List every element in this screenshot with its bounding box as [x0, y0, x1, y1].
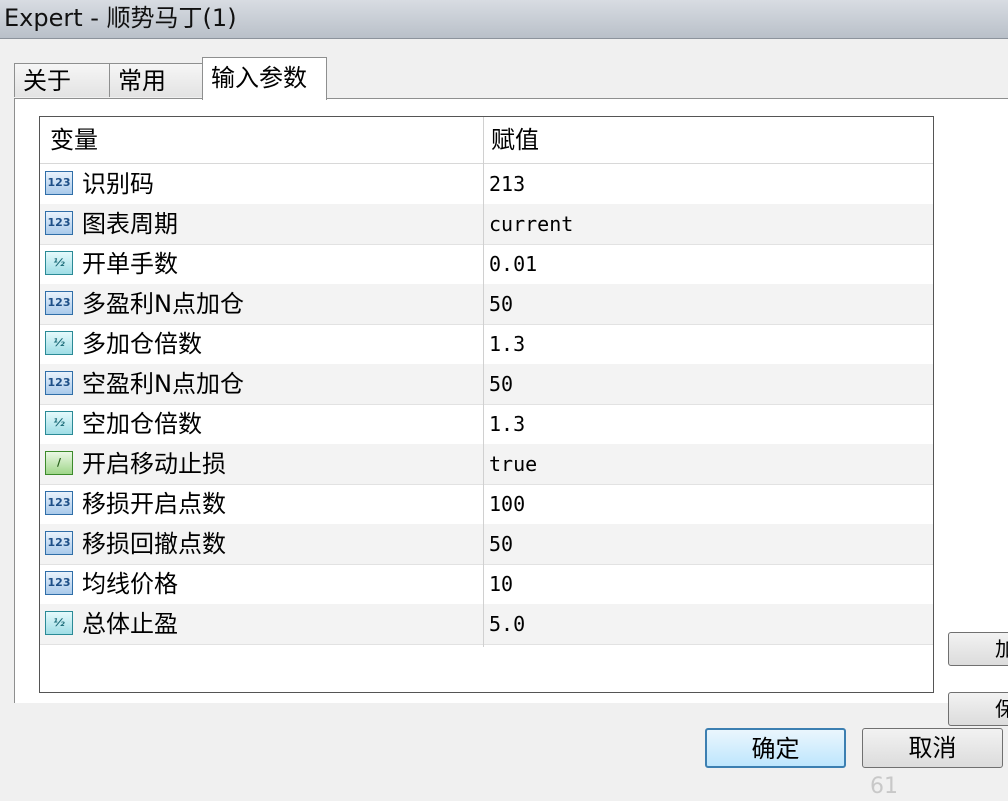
double-icon: ½ — [45, 411, 73, 435]
parameter-name: 图表周期 — [82, 210, 178, 238]
table-row[interactable]: / 开启移动止损 true — [40, 444, 933, 485]
parameter-name: 移损开启点数 — [82, 490, 226, 518]
table-header: 变量 赋值 — [40, 117, 933, 164]
int-icon: 123 — [45, 211, 73, 235]
column-header-variable[interactable]: 变量 — [50, 117, 98, 163]
table-row[interactable]: 123 识别码 213 — [40, 164, 933, 205]
parameter-value[interactable]: 1.3 — [489, 404, 525, 444]
int-icon: 123 — [45, 291, 73, 315]
window-title: Expert - 顺势马丁(1) — [4, 4, 237, 32]
table-row[interactable]: ½ 开单手数 0.01 — [40, 244, 933, 285]
table-row[interactable]: 123 移损回撤点数 50 — [40, 524, 933, 565]
double-icon: ½ — [45, 331, 73, 355]
parameter-name: 开单手数 — [82, 250, 178, 278]
watermark: 61 — [870, 774, 898, 799]
parameter-value[interactable]: current — [489, 204, 573, 244]
double-icon: ½ — [45, 251, 73, 275]
tab-common[interactable]: 常用 — [109, 63, 203, 97]
ok-button[interactable]: 确定 — [705, 728, 846, 768]
column-divider — [483, 117, 484, 647]
inputs-panel: 变量 赋值 123 识别码 213 123 图表周期 current ½ 开单手数 0.01 12… — [14, 98, 1008, 726]
parameter-value[interactable]: 213 — [489, 164, 525, 204]
table-row[interactable]: 123 移损开启点数 100 — [40, 484, 933, 525]
table-row[interactable]: ½ 总体止盈 5.0 — [40, 604, 933, 645]
table-row[interactable]: 123 均线价格 10 — [40, 564, 933, 605]
parameter-name: 多加仓倍数 — [82, 330, 202, 358]
parameter-name: 空加仓倍数 — [82, 410, 202, 438]
table-row[interactable]: 123 空盈利N点加仓 50 — [40, 364, 933, 405]
dialog-body: 关于 常用 输入参数 变量 赋值 123 识别码 213 123 图表周期 current… — [0, 39, 1008, 799]
save-button[interactable]: 保 — [948, 692, 1008, 726]
cancel-button[interactable]: 取消 — [862, 728, 1003, 768]
parameter-value[interactable]: 1.3 — [489, 324, 525, 364]
load-button[interactable]: 加 — [948, 632, 1008, 666]
parameter-value[interactable]: 50 — [489, 364, 513, 404]
parameter-name: 移损回撤点数 — [82, 530, 226, 558]
title-bar: Expert - 顺势马丁(1) — [0, 0, 1008, 39]
parameter-name: 开启移动止损 — [82, 450, 226, 478]
parameters-table: 变量 赋值 123 识别码 213 123 图表周期 current ½ 开单手数 0.01 12… — [39, 116, 934, 693]
double-icon: ½ — [45, 611, 73, 635]
tab-inputs[interactable]: 输入参数 — [202, 57, 327, 100]
parameter-name: 总体止盈 — [82, 610, 178, 638]
int-icon: 123 — [45, 491, 73, 515]
int-icon: 123 — [45, 531, 73, 555]
bool-icon: / — [45, 451, 73, 475]
parameter-value[interactable]: true — [489, 444, 537, 484]
parameter-value[interactable]: 50 — [489, 524, 513, 564]
int-icon: 123 — [45, 171, 73, 195]
parameter-value[interactable]: 50 — [489, 284, 513, 324]
parameter-value[interactable]: 10 — [489, 564, 513, 604]
int-icon: 123 — [45, 571, 73, 595]
parameter-value[interactable]: 5.0 — [489, 604, 525, 644]
table-row[interactable]: 123 图表周期 current — [40, 204, 933, 245]
tab-about[interactable]: 关于 — [14, 63, 110, 97]
parameter-value[interactable]: 0.01 — [489, 244, 537, 284]
parameter-name: 均线价格 — [82, 570, 178, 598]
table-row[interactable]: ½ 空加仓倍数 1.3 — [40, 404, 933, 445]
table-row[interactable]: ½ 多加仓倍数 1.3 — [40, 324, 933, 365]
table-row[interactable]: 123 多盈利N点加仓 50 — [40, 284, 933, 325]
parameter-name: 空盈利N点加仓 — [82, 370, 244, 398]
int-icon: 123 — [45, 371, 73, 395]
parameter-value[interactable]: 100 — [489, 484, 525, 524]
parameter-name: 识别码 — [82, 170, 154, 198]
column-header-value[interactable]: 赋值 — [491, 117, 539, 163]
parameter-name: 多盈利N点加仓 — [82, 290, 244, 318]
